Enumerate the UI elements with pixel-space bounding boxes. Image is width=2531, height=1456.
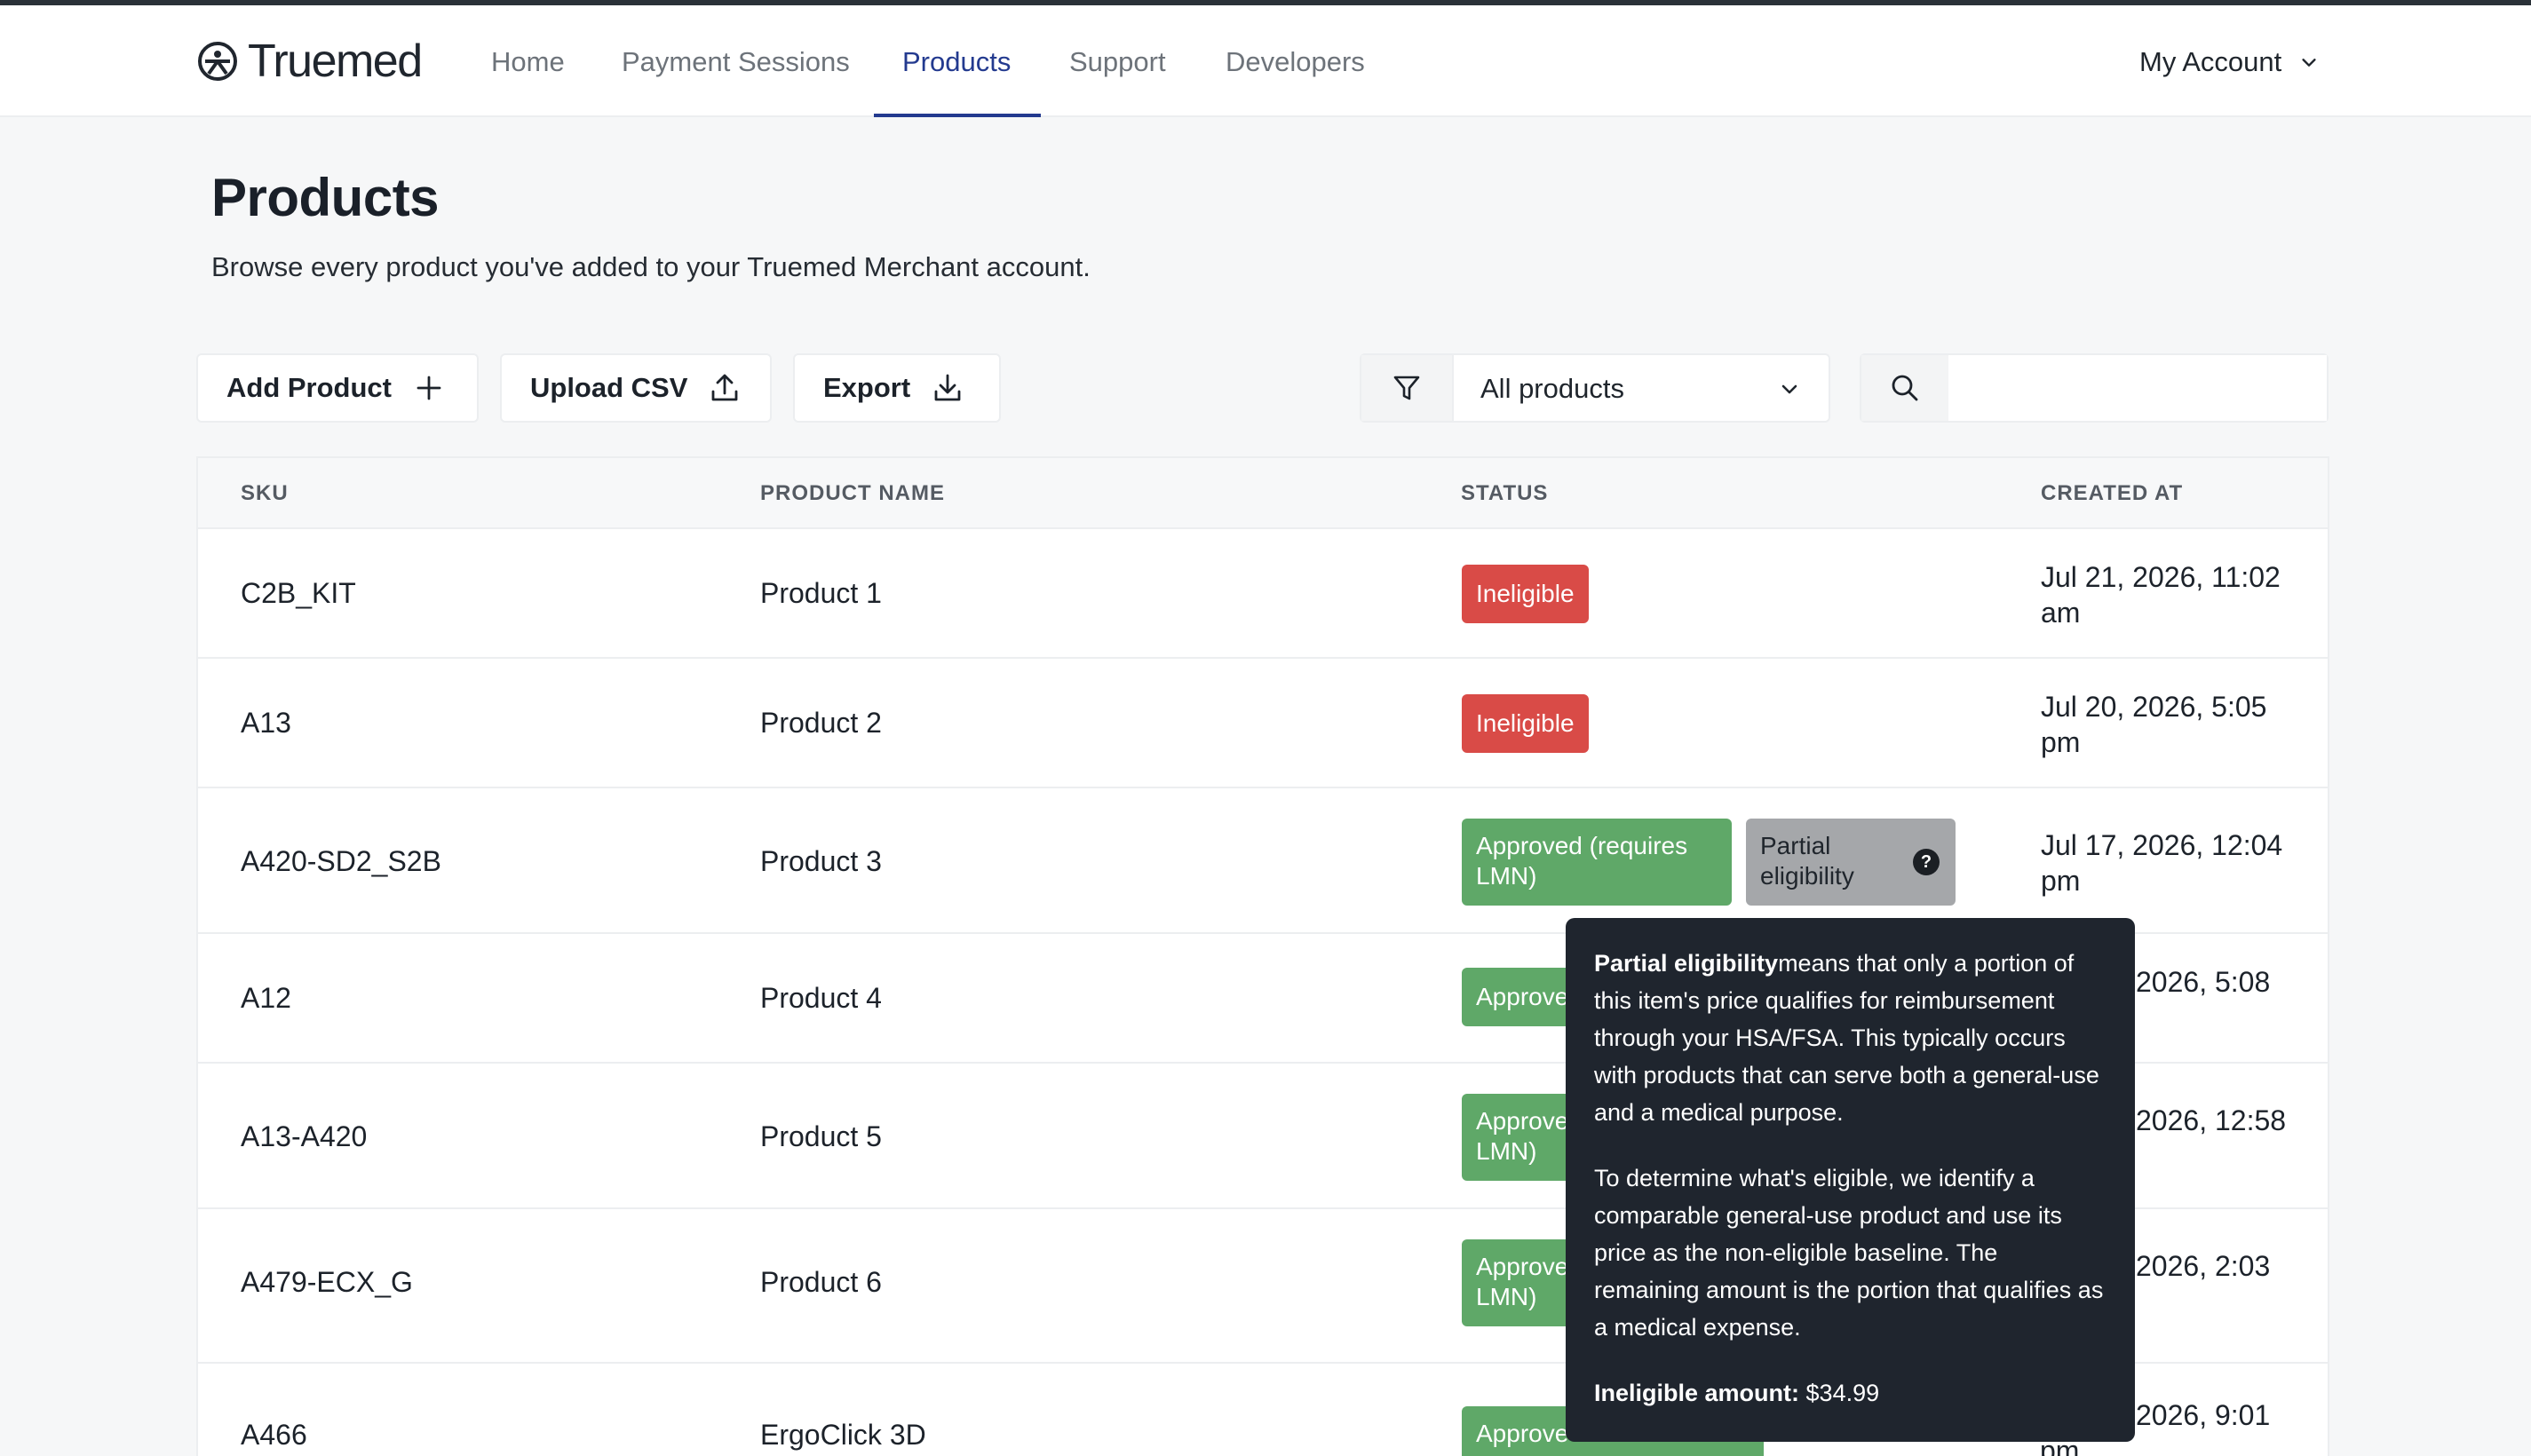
column-header-status[interactable]: STATUS [1461,481,1548,506]
product-name-cell: Product 3 [760,845,882,877]
question-icon[interactable]: ? [1913,849,1940,875]
product-name-cell: Product 5 [760,1120,882,1152]
my-account-menu[interactable]: My Account [2139,46,2319,78]
created-at-line-1: 2026, 5:08 [2136,966,2271,998]
upload-csv-label: Upload CSV [530,372,688,403]
upload-icon [712,374,738,401]
product-name-cell: Product 4 [760,982,882,1014]
product-name-cell: Product 2 [760,707,882,739]
created-at-line-1: Jul 17, 2026, 12:04 [2041,829,2283,861]
sku-cell: A420-SD2_S2B [241,845,441,877]
search-input[interactable] [1950,355,2327,421]
column-header-sku[interactable]: SKU [241,481,289,506]
upload-csv-button[interactable]: Upload CSV [500,353,772,423]
brand-name: Truemed [248,36,423,87]
chevron-down-icon [2302,59,2316,67]
product-name-cell: Product 6 [760,1266,882,1298]
tooltip-amount: Ineligible amount: $34.99 [1594,1374,2107,1412]
tooltip-paragraph-1: Partial eligibilitymeans that only a por… [1594,945,2107,1131]
sku-cell: A13-A420 [241,1120,368,1152]
nav-payment-sessions[interactable]: Payment Sessions [622,46,850,78]
sku-cell: A13 [241,707,291,739]
search-box [1860,353,2329,423]
status-badge: Approved (requires LMN) [1462,819,1732,906]
page-subtitle: Browse every product you've added to you… [211,251,1091,282]
created-at-cell: Jul 17, 2026, 12:04 pm [2041,827,2307,898]
download-icon [934,374,961,401]
nav-products[interactable]: Products [902,46,1011,78]
partial-eligibility-badge[interactable]: Partial eligibility ? [1746,819,1956,906]
top-navbar: Truemed Home Payment Sessions Products S… [0,5,2531,117]
table-row[interactable]: C2B_KIT Product 1 Ineligible Jul 21, 202… [198,529,2328,659]
filter-selected-value: All products [1480,373,1624,404]
sku-cell: A479-ECX_G [241,1266,413,1298]
created-at-line-2: pm [2041,726,2081,758]
truemed-logo-icon [198,42,237,81]
product-name-cell: ErgoClick 3D [760,1419,926,1451]
created-at-cell: Jul 20, 2026, 5:05 pm [2041,689,2307,760]
table-header: SKU PRODUCT NAME STATUS CREATED AT [198,458,2328,529]
export-button[interactable]: Export [793,353,1001,423]
created-at-cell: 2026, 2:03 [2136,1248,2328,1284]
column-header-created-at[interactable]: CREATED AT [2041,481,2183,506]
my-account-label: My Account [2139,46,2282,77]
created-at-line-1: 2026, 12:58 [2136,1104,2287,1136]
product-filter-select[interactable]: All products [1360,353,1830,423]
tooltip-amount-label: Ineligible amount: [1594,1380,1800,1406]
filter-icon [1393,376,1420,400]
add-product-label: Add Product [226,372,392,403]
tooltip-paragraph-2: To determine what's eligible, we identif… [1594,1165,2104,1341]
created-at-cell: 2026, 5:08 [2136,964,2328,1000]
table-row[interactable]: A13 Product 2 Ineligible Jul 20, 2026, 5… [198,659,2328,788]
status-badge: Ineligible [1462,565,1589,623]
created-at-cell: Jul 21, 2026, 11:02 am [2041,559,2307,630]
nav-home[interactable]: Home [491,46,565,78]
column-header-product-name[interactable]: PRODUCT NAME [760,481,945,506]
partial-eligibility-tooltip: Partial eligibilitymeans that only a por… [1566,918,2135,1442]
sku-cell: C2B_KIT [241,577,356,609]
search-icon [1892,375,1918,401]
sku-cell: A466 [241,1419,307,1451]
created-at-cell: 2026, 12:58 [2136,1103,2328,1138]
created-at-line-2: pm [2041,865,2081,897]
tooltip-term: Partial eligibility [1594,950,1779,977]
status-badge: Ineligible [1462,694,1589,753]
sku-cell: A12 [241,982,291,1014]
export-label: Export [823,372,911,403]
add-product-button[interactable]: Add Product [196,353,479,423]
plus-icon [417,376,441,400]
tooltip-amount-value: $34.99 [1805,1380,1880,1406]
created-at-line-2: am [2041,597,2081,629]
created-at-line-1: Jul 20, 2026, 5:05 [2041,691,2267,723]
created-at-line-1: 2026, 9:01 [2136,1399,2271,1431]
brand-logo[interactable]: Truemed [196,34,423,89]
status-badge-line-1: Approved (requires [1476,832,1688,859]
page-title: Products [211,168,440,227]
nav-support[interactable]: Support [1069,46,1166,78]
active-tab-indicator [874,114,1041,117]
nav-developers[interactable]: Developers [1226,46,1365,78]
chevron-down-icon [1781,384,1797,394]
created-at-line-1: Jul 21, 2026, 11:02 [2041,561,2281,593]
search-button[interactable] [1861,355,1948,421]
created-at-cell: 2026, 9:01 pm [2040,1397,2328,1456]
created-at-line-1: 2026, 2:03 [2136,1250,2271,1282]
filter-button[interactable] [1361,355,1454,421]
status-badge-line-2: LMN) [1476,862,1537,890]
product-name-cell: Product 1 [760,577,882,609]
table-row[interactable]: A420-SD2_S2B Product 3 Approved (require… [198,788,2328,934]
